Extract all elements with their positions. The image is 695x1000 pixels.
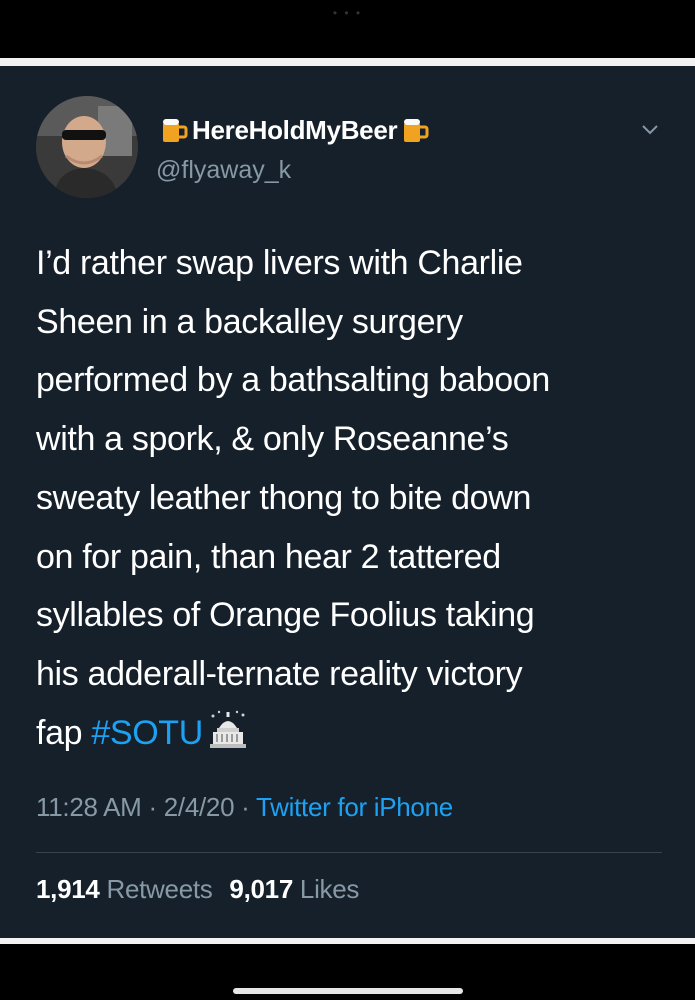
tweet-stats: 1,914 Retweets 9,017 Likes bbox=[36, 874, 359, 905]
tweet-meta: 11:28 AM · 2/4/20 · Twitter for iPhone bbox=[36, 792, 453, 823]
display-name[interactable]: HereHoldMyBeer bbox=[192, 115, 398, 146]
tweet-line: on for pain, than hear 2 tattered bbox=[36, 537, 501, 576]
avatar-photo bbox=[36, 96, 138, 198]
top-separator bbox=[0, 58, 695, 66]
meta-separator: · bbox=[234, 792, 256, 822]
tweet-line: syllables of Orange Foolius taking bbox=[36, 596, 535, 635]
tweet-line: sweaty leather thong to bite down bbox=[36, 478, 531, 517]
tweet-text: I’d rather swap livers with Charlie Shee… bbox=[36, 234, 676, 762]
screenshot: • • • HereHoldMyBeer @flyaway_k I’d rath… bbox=[0, 0, 695, 1000]
home-indicator[interactable] bbox=[233, 988, 463, 994]
beer-mug-icon bbox=[158, 114, 190, 146]
beer-mug-icon bbox=[399, 114, 431, 146]
meta-separator: · bbox=[141, 792, 164, 822]
capitol-building-icon bbox=[207, 710, 249, 750]
stats-divider bbox=[36, 852, 662, 853]
tweet-card[interactable]: HereHoldMyBeer @flyaway_k I’d rather swa… bbox=[0, 66, 695, 938]
tweet-last-line: fap #SOTU bbox=[36, 704, 676, 763]
tweet-line: with a spork, & only Roseanne’s bbox=[36, 420, 509, 459]
bottom-separator bbox=[0, 938, 695, 944]
chevron-down-icon[interactable] bbox=[639, 118, 661, 140]
tweet-source-link[interactable]: Twitter for iPhone bbox=[256, 792, 453, 822]
tweet-line: Sheen in a backalley surgery bbox=[36, 302, 463, 341]
retweets-count: 1,914 bbox=[36, 874, 100, 904]
retweets-stat[interactable]: 1,914 Retweets bbox=[36, 874, 213, 904]
tweet-line-text: fap bbox=[36, 713, 92, 752]
hashtag-link[interactable]: #SOTU bbox=[91, 714, 203, 752]
retweets-label: Retweets bbox=[99, 874, 213, 904]
likes-count: 9,017 bbox=[229, 874, 293, 904]
tweet-line: I’d rather swap livers with Charlie bbox=[36, 244, 523, 282]
status-dots: • • • bbox=[332, 6, 363, 20]
tweet-time: 11:28 AM bbox=[36, 792, 142, 822]
likes-stat[interactable]: 9,017 Likes bbox=[229, 874, 359, 904]
tweet-date: 2/4/20 bbox=[163, 792, 235, 822]
tweet-line: his adderall-ternate reality victory bbox=[36, 654, 523, 693]
tweet-line: performed by a bathsalting baboon bbox=[36, 361, 550, 400]
display-name-row[interactable]: HereHoldMyBeer bbox=[156, 114, 433, 146]
likes-label: Likes bbox=[293, 874, 360, 904]
user-handle[interactable]: @flyaway_k bbox=[156, 156, 291, 185]
avatar[interactable] bbox=[36, 96, 138, 198]
